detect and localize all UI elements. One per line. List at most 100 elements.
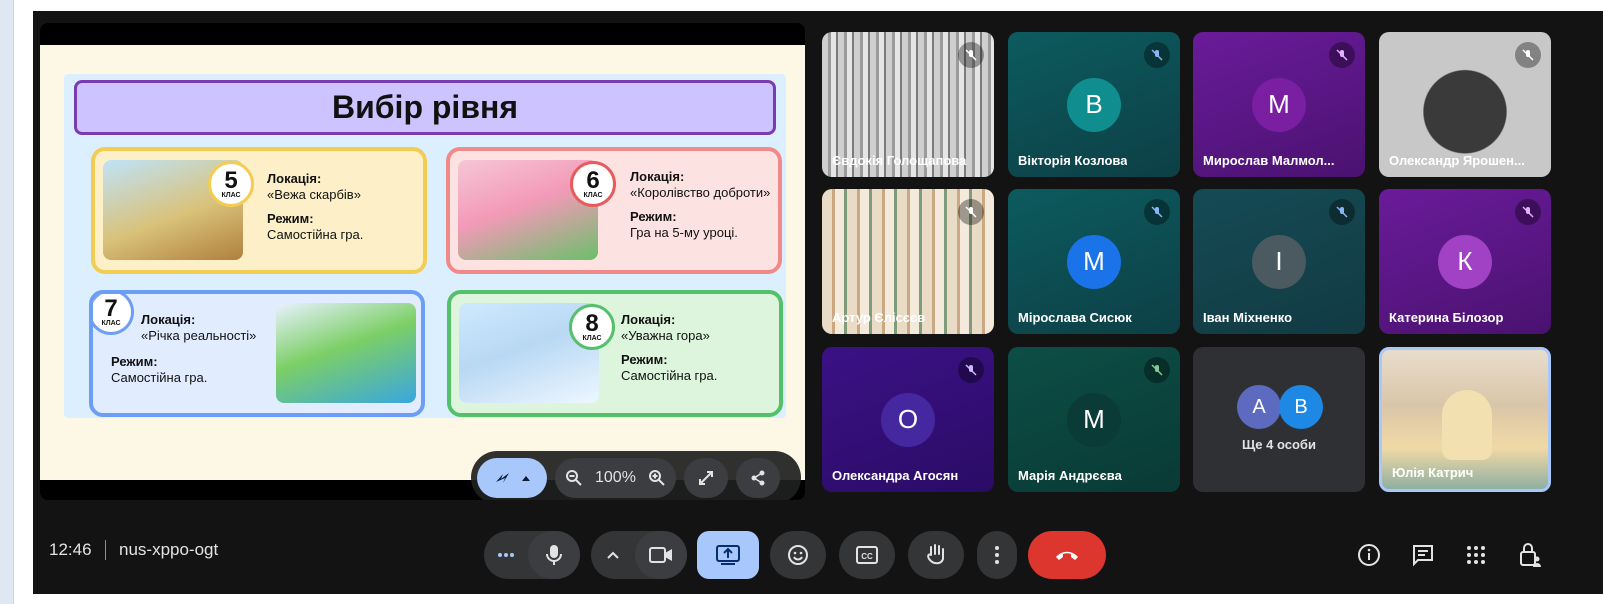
annotate-icon	[496, 472, 509, 483]
annotate-button[interactable]	[477, 457, 547, 498]
card-mode: Режим: Самостійна гра.	[111, 354, 208, 385]
participant-tile[interactable]: М Мирослав Малмол...	[1193, 32, 1365, 177]
card-text: Локація: «Вежа скарбів» Режим: Самостійн…	[267, 171, 364, 242]
svg-text:CC: CC	[861, 552, 873, 561]
avatar: І	[1252, 234, 1306, 289]
card-location: Локація: «Річка реальності»	[141, 312, 257, 343]
participant-tile[interactable]: Артур Єлісєєв	[822, 189, 994, 334]
participant-name: Іван Міхненко	[1203, 310, 1293, 325]
level-card-5: 5 КЛАС Локація: «Вежа скарбів» Режим: Са…	[91, 147, 427, 274]
lock-person-icon	[1520, 543, 1541, 567]
participant-name: Олександр Ярошен...	[1389, 153, 1525, 168]
self-tile[interactable]: Юлія Катрич	[1379, 347, 1551, 492]
avatar: А	[1237, 385, 1281, 429]
participant-name: Юлія Катрич	[1392, 465, 1474, 480]
level-card-8: 8 КЛАС Локація: «Уважна гора» Режим: Сам…	[447, 290, 783, 417]
activities-button[interactable]	[1459, 538, 1493, 572]
participant-name: Євдокія Голощапова	[832, 153, 967, 168]
level-card-6: 6 КЛАС Локація: «Королівство доброти» Ре…	[446, 147, 782, 274]
river-image	[276, 303, 416, 403]
participant-tile[interactable]: М Мірослава Сисюк	[1008, 189, 1180, 334]
participant-tile[interactable]: Олександр Ярошен...	[1379, 32, 1551, 177]
leave-call-button[interactable]	[1028, 531, 1106, 579]
avatar: В	[1279, 385, 1323, 429]
mic-off-icon	[1144, 199, 1170, 225]
participant-tile[interactable]: Євдокія Голощапова	[822, 32, 994, 177]
clock: 12:46	[49, 540, 92, 559]
participant-name: Мирослав Малмол...	[1203, 153, 1335, 168]
level-card-7: 7 КЛАС Локація: «Річка реальності» Режим…	[89, 290, 425, 417]
avatar: К	[1438, 234, 1492, 289]
participant-name: Марія Андрєєва	[1018, 468, 1122, 483]
avatar: В	[1067, 77, 1121, 132]
avatar: М	[1067, 392, 1121, 447]
more-icon[interactable]	[484, 531, 528, 579]
zoom-level: 100%	[595, 468, 636, 486]
zoom-in-icon[interactable]	[648, 469, 666, 487]
share-icon	[751, 470, 765, 485]
meeting-info-button[interactable]	[1352, 538, 1386, 572]
more-options-button[interactable]	[977, 531, 1017, 579]
expand-icon	[698, 470, 713, 485]
mic-off-icon	[1515, 199, 1541, 225]
present-icon	[716, 545, 740, 565]
video-control	[591, 531, 687, 579]
present-button[interactable]	[697, 531, 759, 579]
slide-content: Вибір рівня 5 КЛАС Локація: «Вежа скарбі…	[64, 74, 786, 418]
left-edge-panel	[0, 0, 14, 604]
participant-tile[interactable]: І Іван Міхненко	[1193, 189, 1365, 334]
divider	[105, 540, 106, 560]
mic-off-icon	[958, 199, 984, 225]
captions-button[interactable]: CC	[839, 531, 895, 579]
emoji-button[interactable]	[770, 531, 826, 579]
fullscreen-button[interactable]	[683, 457, 728, 498]
share-button[interactable]	[735, 457, 780, 498]
mic-off-icon	[1144, 42, 1170, 68]
zoom-out-icon[interactable]	[565, 469, 583, 487]
presentation-stage[interactable]: Вибір рівня 5 КЛАС Локація: «Вежа скарбі…	[40, 23, 805, 500]
participant-tile[interactable]: К Катерина Білозор	[1379, 189, 1551, 334]
self-video	[1442, 390, 1492, 460]
mic-off-icon	[958, 42, 984, 68]
card-text: Локація: «Уважна гора» Режим: Самостійна…	[621, 312, 718, 383]
slide-title: Вибір рівня	[74, 80, 776, 135]
grade-badge: 6 КЛАС	[570, 161, 616, 207]
chat-icon	[1413, 545, 1433, 567]
card-text: Локація: «Королівство доброти» Режим: Гр…	[630, 169, 771, 240]
participant-tile[interactable]: В Вікторія Козлова	[1008, 32, 1180, 177]
more-people-label: Ще 4 особи	[1242, 437, 1316, 452]
participant-name: Олександра Агосян	[832, 468, 959, 483]
camera-icon[interactable]	[635, 531, 687, 579]
participant-tile[interactable]: О Олександра Агосян	[822, 347, 994, 492]
participant-name: Вікторія Козлова	[1018, 153, 1128, 168]
participant-name: Катерина Білозор	[1389, 310, 1504, 325]
mic-off-icon	[1329, 42, 1355, 68]
chat-button[interactable]	[1406, 538, 1440, 572]
mic-off-icon	[1329, 199, 1355, 225]
bottom-bar: 12:46 nus-xppo-ogt CC	[33, 516, 1603, 594]
apps-icon	[1467, 546, 1485, 564]
grade-badge: 5 КЛАС	[208, 161, 254, 207]
participant-tile[interactable]: М Марія Андрєєва	[1008, 347, 1180, 492]
raise-hand-button[interactable]	[908, 531, 964, 579]
grade-badge: 8 КЛАС	[569, 304, 615, 350]
slide: Вибір рівня 5 КЛАС Локація: «Вежа скарбі…	[40, 45, 805, 480]
emoji-icon	[788, 545, 808, 565]
presentation-toolbar: 100%	[471, 451, 801, 500]
participant-name: Артур Єлісєєв	[832, 310, 926, 325]
mic-icon[interactable]	[528, 531, 580, 579]
avatar: М	[1067, 234, 1121, 289]
host-controls-button[interactable]	[1513, 538, 1547, 572]
avatar: М	[1252, 77, 1306, 132]
more-participants-tile[interactable]: А В Ще 4 особи	[1193, 347, 1365, 492]
meeting-code[interactable]: nus-xppo-ogt	[119, 540, 218, 560]
hand-icon	[927, 544, 944, 565]
chevron-up-icon[interactable]	[591, 531, 635, 579]
mic-off-icon	[1515, 42, 1541, 68]
more-vert-icon	[995, 546, 999, 564]
audio-control	[484, 531, 580, 579]
end-call-icon	[1056, 551, 1078, 560]
grade-badge: 7 КЛАС	[93, 294, 134, 335]
meet-window: Вибір рівня 5 КЛАС Локація: «Вежа скарбі…	[33, 11, 1603, 594]
chevron-up-icon	[522, 475, 530, 481]
